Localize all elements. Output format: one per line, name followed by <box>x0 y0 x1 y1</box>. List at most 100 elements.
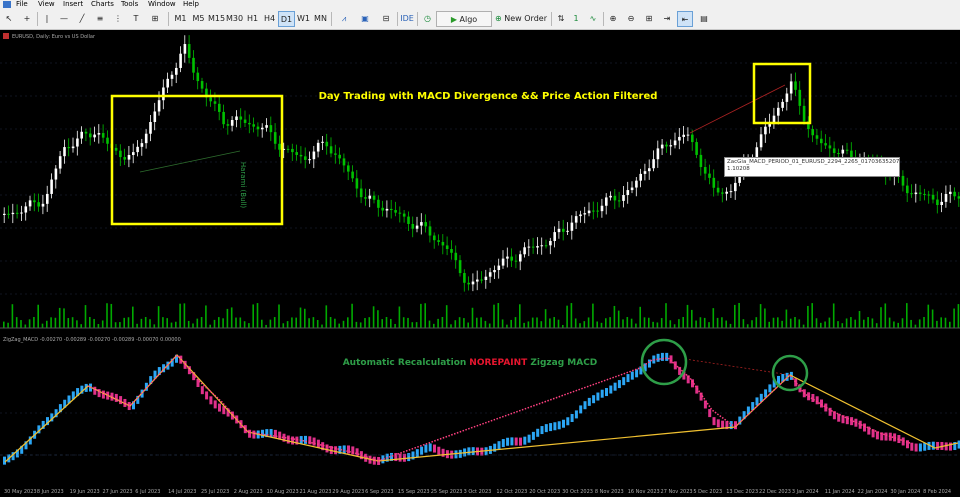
tf-m5[interactable]: M5 <box>190 11 207 27</box>
price-chart[interactable]: Day Trading with MACD Divergence && Pric… <box>0 30 960 497</box>
menu-insert[interactable]: Insert <box>63 0 83 9</box>
candle-body <box>811 129 814 136</box>
text-icon[interactable]: T <box>129 11 143 27</box>
horizontal-line-icon[interactable]: — <box>57 11 71 27</box>
volume-bar <box>394 323 396 328</box>
channel-icon[interactable]: ≡ <box>93 11 107 27</box>
screenshot-icon[interactable]: ▤ <box>697 11 711 27</box>
indicator-title-part3: Zigzag MACD <box>530 358 597 368</box>
scroll-end-icon[interactable]: ⇥ <box>660 11 674 27</box>
x-axis-label: 6 Jul 2023 <box>135 489 160 495</box>
vertical-line-icon[interactable]: | <box>40 11 54 27</box>
volume-bar <box>682 317 684 328</box>
macd-bar <box>114 393 118 402</box>
fibonacci-icon[interactable]: ⋮ <box>111 11 125 27</box>
tile-windows-icon[interactable]: ⊞ <box>642 11 656 27</box>
toolbar: ↖ + | — ╱ ≡ ⋮ T ⊞ M1 M5 M15 M30 H1 H4 D1… <box>0 9 960 40</box>
indicators-icon[interactable]: ▣ <box>356 11 374 27</box>
candle-body <box>144 133 148 144</box>
shapes-icon[interactable]: ⊞ <box>148 11 162 27</box>
volume-bar <box>93 318 95 328</box>
ide-button[interactable]: IDE <box>400 11 414 27</box>
menu-window[interactable]: Window <box>148 0 176 9</box>
volume-bar <box>497 303 500 328</box>
candle-body <box>84 131 88 134</box>
candle-body <box>587 210 591 214</box>
candle-body <box>166 78 169 88</box>
candle-body <box>841 149 845 154</box>
x-axis-label: 19 Jun 2023 <box>70 489 100 495</box>
trendline-icon[interactable]: ╱ <box>75 11 89 27</box>
volume-bar <box>949 321 951 328</box>
chart-shift-icon[interactable]: ⇤ <box>677 11 693 27</box>
macd-bar <box>420 446 424 455</box>
volume-bar <box>342 320 345 328</box>
volume-bar <box>699 317 702 328</box>
volume-bar <box>953 308 955 328</box>
volume-bar <box>678 319 680 328</box>
menu-help[interactable]: Help <box>183 0 199 9</box>
tf-m1[interactable]: M1 <box>172 11 189 27</box>
menu-file[interactable]: File <box>16 0 28 9</box>
menu-tools[interactable]: Tools <box>121 0 138 9</box>
candle-body <box>519 254 522 262</box>
chart-area[interactable]: Day Trading with MACD Divergence && Pric… <box>0 30 960 497</box>
depth-of-market-icon[interactable]: ⇅ <box>555 11 567 27</box>
tf-mn[interactable]: MN <box>312 11 329 27</box>
candle-body <box>398 212 402 214</box>
candle-body <box>501 258 505 266</box>
volume-bar <box>239 317 242 328</box>
volume-bar <box>424 303 426 328</box>
candle-body <box>660 144 664 149</box>
x-axis-label: 27 Nov 2023 <box>661 489 693 495</box>
tf-h1[interactable]: H1 <box>244 11 261 27</box>
volume-bar <box>742 319 745 328</box>
volume-bar <box>454 320 457 328</box>
volume-bar <box>777 317 779 328</box>
macd-bar <box>850 417 854 426</box>
flag-icon <box>3 33 9 39</box>
volume-bar <box>71 317 74 328</box>
candle-body <box>243 119 247 123</box>
chart-type-icon[interactable]: ⩘ <box>335 11 353 27</box>
candle-body <box>71 146 75 149</box>
tf-d1[interactable]: D1 <box>278 11 295 27</box>
volume-bar <box>127 317 130 328</box>
candle-body <box>712 177 716 188</box>
algo-trading-button[interactable]: ▶ Algo Trading <box>436 11 492 40</box>
candle-body <box>652 159 655 169</box>
candle-body <box>157 100 161 112</box>
x-axis-label: 22 Dec 2023 <box>759 489 791 495</box>
volume-bar <box>291 317 293 328</box>
candle-body <box>669 145 673 147</box>
macd-bar <box>510 437 514 446</box>
tf-m15[interactable]: M15 <box>208 11 225 27</box>
history-icon[interactable]: ◷ <box>421 11 434 27</box>
macd-bar <box>708 409 712 418</box>
templates-icon[interactable]: ⊟ <box>377 11 395 27</box>
candle-body <box>28 200 32 207</box>
zoom-in-icon[interactable]: ⊕ <box>606 11 620 27</box>
volume-bar <box>665 303 667 328</box>
menu-charts[interactable]: Charts <box>91 0 114 9</box>
zoom-out-icon[interactable]: ⊖ <box>624 11 638 27</box>
new-order-button[interactable]: ⊕ New Order <box>495 11 547 27</box>
volume-bar <box>622 319 624 328</box>
candle-body <box>592 210 595 212</box>
volume-bar <box>725 320 727 328</box>
tf-h4[interactable]: H4 <box>261 11 278 27</box>
macd-bar <box>613 382 617 391</box>
signals-icon[interactable]: ∿ <box>586 11 600 27</box>
volume-bar <box>841 323 844 328</box>
crosshair-icon[interactable]: + <box>20 11 34 27</box>
one-click-icon[interactable]: 1 <box>570 11 582 27</box>
candle-body <box>11 212 15 215</box>
menu-view[interactable]: View <box>38 0 55 9</box>
volume-bar <box>772 317 775 328</box>
tf-w1[interactable]: W1 <box>295 11 312 27</box>
candle-body <box>7 213 10 215</box>
volume-bar <box>114 322 117 328</box>
tf-m30[interactable]: M30 <box>226 11 243 27</box>
volume-bar <box>480 317 482 328</box>
cursor-icon[interactable]: ↖ <box>2 11 16 27</box>
